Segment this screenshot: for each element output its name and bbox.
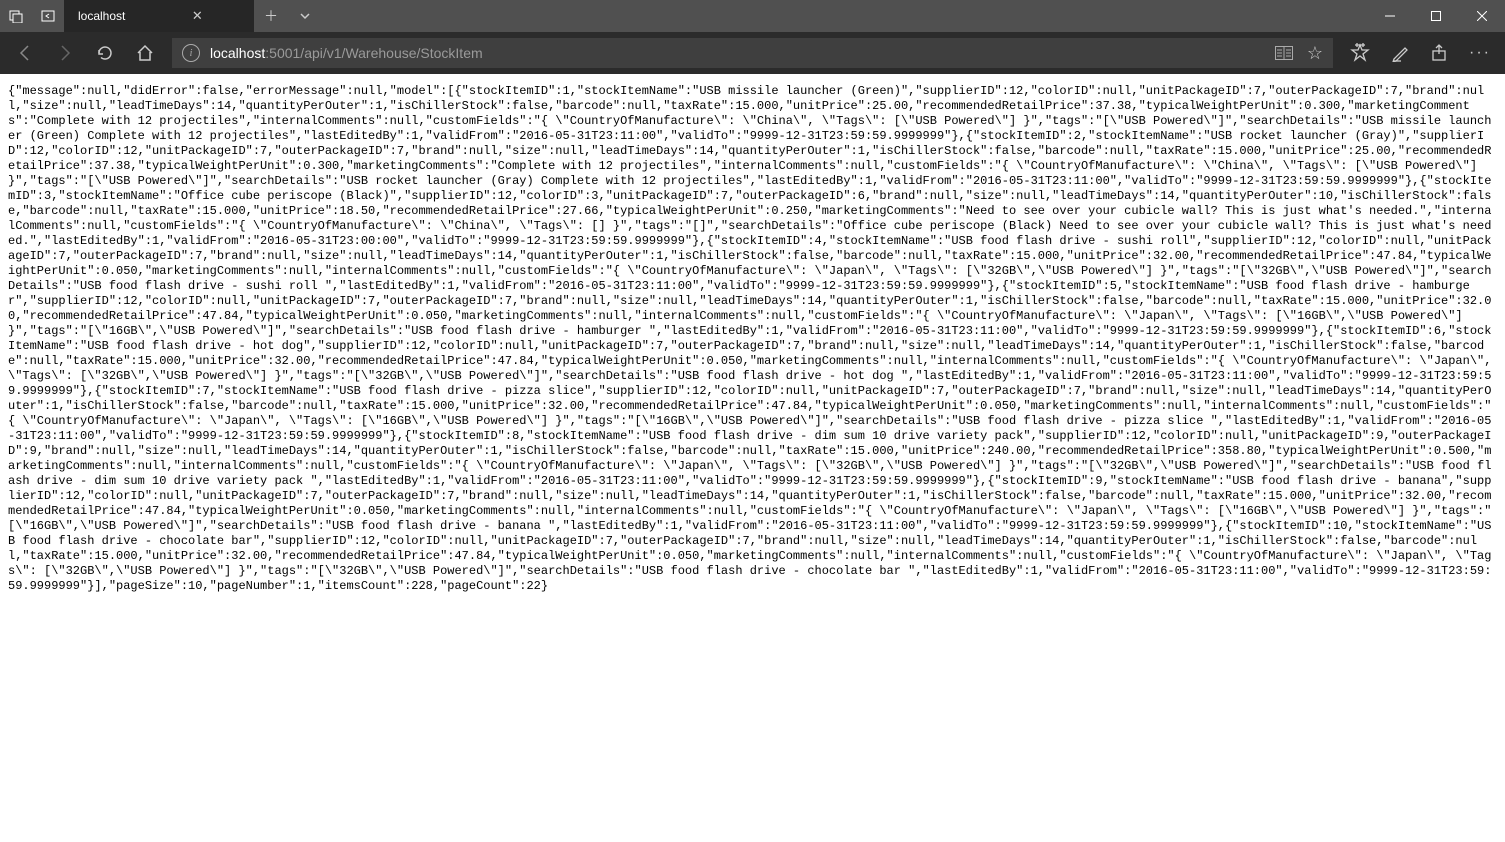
back-button[interactable] [6, 34, 44, 72]
window-maximize-button[interactable] [1413, 0, 1459, 32]
titlebar-drag-region[interactable] [322, 0, 1367, 32]
window-close-button[interactable] [1459, 0, 1505, 32]
favorite-star-icon[interactable]: ☆ [1307, 43, 1323, 64]
titlebar-left: localhost ✕ ＋ [0, 0, 322, 32]
browser-tab-active[interactable]: localhost ✕ [64, 0, 254, 32]
window-minimize-button[interactable] [1367, 0, 1413, 32]
response-body[interactable]: {"message":null,"didError":false,"errorM… [0, 74, 1505, 842]
new-tab-button[interactable]: ＋ [254, 0, 288, 32]
site-info-icon[interactable]: i [182, 44, 200, 62]
url-path: :5001/api/v1/Warehouse/StockItem [265, 45, 482, 61]
share-button[interactable] [1421, 34, 1459, 72]
favorites-button[interactable] [1341, 34, 1379, 72]
notes-button[interactable] [1381, 34, 1419, 72]
tab-dropdown-button[interactable] [288, 0, 322, 32]
home-button[interactable] [126, 34, 164, 72]
browser-toolbar: i localhost:5001/api/v1/Warehouse/StockI… [0, 32, 1505, 74]
address-bar[interactable]: i localhost:5001/api/v1/Warehouse/StockI… [172, 38, 1333, 68]
window-titlebar: localhost ✕ ＋ [0, 0, 1505, 32]
tab-title: localhost [78, 9, 125, 23]
url-host: localhost [210, 45, 265, 61]
settings-more-button[interactable]: ··· [1461, 34, 1499, 72]
set-aside-tabs-icon[interactable] [32, 0, 64, 32]
refresh-button[interactable] [86, 34, 124, 72]
reading-view-icon[interactable] [1275, 46, 1293, 60]
forward-button[interactable] [46, 34, 84, 72]
url-text: localhost:5001/api/v1/Warehouse/StockIte… [210, 45, 483, 61]
tab-close-button[interactable]: ✕ [185, 4, 209, 28]
window-controls [1367, 0, 1505, 32]
recent-activity-icon[interactable] [0, 0, 32, 32]
